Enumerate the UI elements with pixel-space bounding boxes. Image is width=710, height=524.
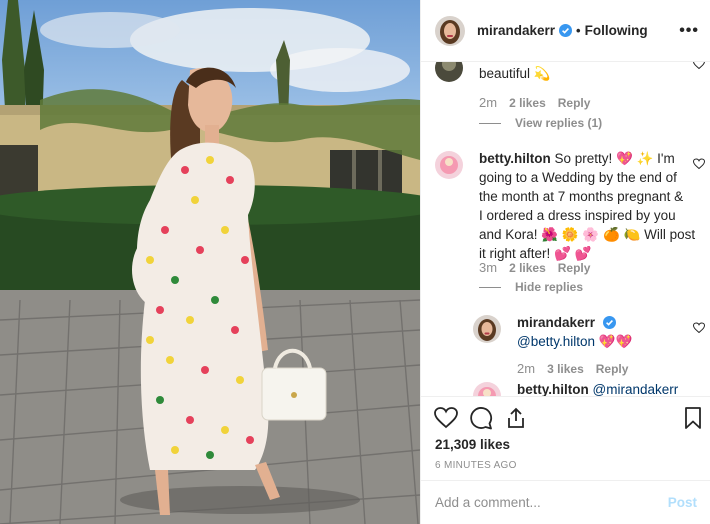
- comment-avatar[interactable]: [473, 382, 501, 396]
- mention-link[interactable]: @betty.hilton: [517, 334, 595, 349]
- hide-replies-label: Hide replies: [515, 280, 584, 294]
- comment-like-icon[interactable]: [693, 62, 705, 70]
- post-timestamp[interactable]: 6 MINUTES AGO: [435, 460, 517, 471]
- verified-badge-icon: [602, 315, 616, 329]
- post-photo[interactable]: [0, 0, 420, 524]
- add-comment-bar: Post: [421, 480, 710, 524]
- hide-replies-button[interactable]: Hide replies: [479, 280, 583, 294]
- comment-avatar[interactable]: [473, 315, 501, 343]
- comment-username[interactable]: mirandakerr: [517, 315, 595, 330]
- reply-button[interactable]: Reply: [558, 96, 591, 110]
- action-bar: 21,309 likes 6 MINUTES AGO: [421, 396, 710, 480]
- comment-like-icon[interactable]: [692, 322, 706, 334]
- comment-meta: 2m 3 likes Reply: [517, 361, 628, 376]
- comment-line: mirandakerr: [517, 313, 697, 332]
- comments-list[interactable]: beautiful 💫 2m 2 likes Reply View replie…: [421, 62, 710, 396]
- comment-line: I ordered a dress inspired by you: [479, 208, 676, 223]
- post-comment-button[interactable]: Post: [668, 495, 697, 510]
- comment-line: and Kora! 🌺 🌼 🌸 🍊 🍋 Will post: [479, 227, 696, 242]
- replies-divider: [479, 122, 501, 124]
- comment-line: going to a Wedding by the end of: [479, 170, 677, 185]
- comment-time: 2m: [517, 361, 536, 376]
- comment-time: 2m: [479, 95, 498, 110]
- comment-text: 💖💖: [598, 334, 633, 349]
- save-bookmark-icon[interactable]: [681, 406, 705, 430]
- view-replies-label: View replies (1): [515, 116, 603, 130]
- comment-line: betty.hilton So pretty! 💖 ✨ I'm: [479, 149, 703, 168]
- comment-like-icon[interactable]: [692, 158, 706, 170]
- comment-meta: 2m 2 likes Reply: [479, 95, 590, 110]
- comment-line: betty.hilton @mirandakerr: [517, 380, 678, 396]
- comment-username[interactable]: betty.hilton: [479, 151, 551, 166]
- avatar[interactable]: [435, 15, 465, 46]
- share-upload-icon[interactable]: [504, 406, 528, 430]
- post-header: mirandakerr • Following •••: [421, 0, 710, 62]
- comment-likes[interactable]: 2 likes: [509, 261, 546, 275]
- reply-body: mirandakerr @betty.hilton 💖💖: [517, 313, 697, 351]
- mention-link[interactable]: @mirandakerr: [593, 382, 679, 396]
- comment-likes[interactable]: 3 likes: [547, 362, 584, 376]
- comment-avatar[interactable]: [435, 62, 463, 82]
- comment-line: the month at 7 months pregnant &: [479, 189, 684, 204]
- replies-divider: [479, 286, 501, 288]
- comment-text: beautiful 💫: [479, 66, 551, 81]
- comment-time: 3m: [479, 260, 498, 275]
- following-button[interactable]: Following: [585, 23, 648, 38]
- comment-likes[interactable]: 2 likes: [509, 96, 546, 110]
- more-options-icon[interactable]: •••: [679, 22, 699, 40]
- likes-count[interactable]: 21,309 likes: [435, 437, 510, 452]
- comment-input[interactable]: [435, 495, 668, 510]
- header-separator: •: [576, 23, 581, 38]
- comment-text: So pretty! 💖 ✨ I'm: [554, 151, 675, 166]
- reply-button[interactable]: Reply: [596, 362, 629, 376]
- header-username[interactable]: mirandakerr: [477, 23, 555, 38]
- comment-line: @betty.hilton 💖💖: [517, 332, 697, 351]
- view-replies-button[interactable]: View replies (1): [479, 116, 602, 130]
- comment-bubble-icon[interactable]: [469, 406, 493, 430]
- post-side-panel: mirandakerr • Following ••• beautiful 💫 …: [420, 0, 710, 524]
- comment-username[interactable]: betty.hilton: [517, 382, 589, 396]
- reply-button[interactable]: Reply: [558, 261, 591, 275]
- like-heart-icon[interactable]: [434, 406, 458, 430]
- comment-body: betty.hilton So pretty! 💖 ✨ I'm going to…: [479, 149, 703, 263]
- comment-avatar[interactable]: [435, 151, 463, 179]
- verified-badge-icon: [559, 24, 573, 37]
- comment-meta: 3m 2 likes Reply: [479, 260, 590, 275]
